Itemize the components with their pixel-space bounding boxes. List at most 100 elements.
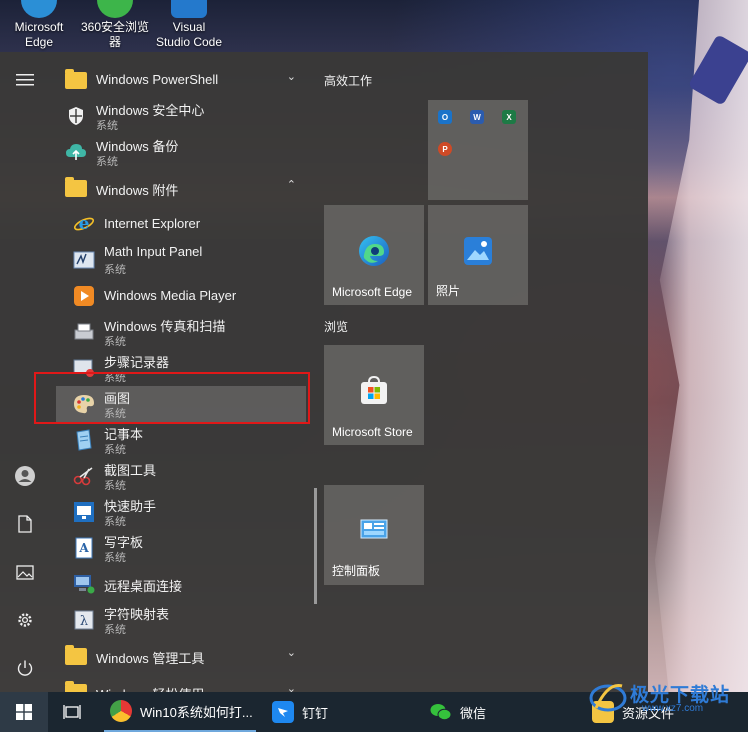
- folder-icon: [64, 680, 88, 692]
- app-category: 系统: [104, 480, 126, 492]
- tile-control-panel[interactable]: 控制面板: [324, 485, 424, 585]
- document-icon[interactable]: [10, 509, 40, 539]
- app-category: 系统: [104, 444, 126, 456]
- hamburger-icon[interactable]: [10, 65, 40, 95]
- photos-icon: [462, 235, 494, 267]
- tile-microsoft-edge[interactable]: Microsoft Edge: [324, 205, 424, 305]
- fax-scanner-icon: [72, 320, 96, 344]
- svg-text:λ: λ: [80, 614, 88, 629]
- task-view-button[interactable]: [52, 692, 92, 732]
- svg-text:e: e: [79, 214, 90, 234]
- list-item-snipping-tool[interactable]: 截图工具 系统: [56, 458, 306, 494]
- list-item-fax-scan[interactable]: Windows 传真和扫描 系统: [56, 314, 306, 350]
- tile-photos[interactable]: 照片: [428, 205, 528, 305]
- vscode-icon: [171, 0, 207, 18]
- tile-microsoft-store[interactable]: Microsoft Store: [324, 345, 424, 445]
- list-item-wordpad[interactable]: A 写字板 系统: [56, 530, 306, 566]
- app-category: 系统: [104, 336, 126, 348]
- windows-logo-icon: [16, 704, 32, 720]
- media-player-icon: [72, 284, 96, 308]
- tile-label: Microsoft Edge: [332, 285, 413, 299]
- wordpad-icon: A: [72, 536, 96, 560]
- dingtalk-icon: [272, 701, 294, 723]
- watermark: 极光下载站 www.xz7.com: [586, 676, 748, 716]
- quick-assist-icon: [72, 500, 96, 524]
- list-item-character-map[interactable]: λ 字符映射表 系统: [56, 602, 306, 638]
- list-item-internet-explorer[interactable]: e Internet Explorer: [56, 206, 306, 242]
- app-category: 系统: [104, 624, 126, 636]
- tile-label: 照片: [436, 284, 461, 298]
- edge-icon: [21, 0, 57, 18]
- desktop-icon-edge[interactable]: Microsoft Edge: [2, 0, 76, 50]
- internet-explorer-icon: e: [72, 212, 96, 236]
- tile-office-folder[interactable]: O W X P: [428, 100, 528, 200]
- powerpoint-icon: P: [438, 142, 452, 156]
- app-name: Internet Explorer: [104, 216, 201, 231]
- app-name: Windows PowerShell: [96, 72, 219, 87]
- folder-icon: [64, 68, 88, 92]
- list-item-backup[interactable]: Windows 备份 系统: [56, 134, 306, 170]
- app-category: 系统: [104, 552, 126, 564]
- scissors-icon: [72, 464, 96, 488]
- control-panel-icon: [358, 515, 390, 547]
- power-icon[interactable]: [10, 653, 40, 683]
- gear-icon[interactable]: [10, 605, 40, 635]
- user-icon[interactable]: [10, 461, 40, 491]
- outlook-icon: O: [438, 110, 452, 124]
- chevron-up-icon: ⌃: [286, 179, 296, 191]
- desktop-icon-label: Microsoft Edge: [14, 20, 64, 49]
- folder-icon: [64, 644, 88, 668]
- list-item-media-player[interactable]: Windows Media Player: [56, 278, 306, 314]
- app-name: Windows 轻松使用: [96, 684, 204, 692]
- taskbar-item-dingtalk[interactable]: 钉钉: [266, 692, 422, 732]
- taskbar-item-label: 钉钉: [302, 705, 329, 721]
- tile-label: Microsoft Store: [332, 425, 413, 439]
- app-category: 系统: [104, 516, 126, 528]
- list-item-security-center[interactable]: Windows 安全中心 系统: [56, 98, 306, 134]
- app-category: 系统: [96, 156, 118, 168]
- desktop-icon-360-browser[interactable]: 360安全浏览 器: [78, 0, 152, 50]
- desktop-icon-label: Visual Studio Code: [155, 20, 223, 49]
- picture-icon[interactable]: [10, 557, 40, 587]
- character-map-icon: λ: [72, 608, 96, 632]
- app-name: Windows 管理工具: [96, 651, 205, 666]
- excel-icon: X: [502, 110, 516, 124]
- app-category: 系统: [104, 264, 126, 276]
- tile-label: 控制面板: [332, 564, 381, 578]
- list-item-notepad[interactable]: 记事本 系统: [56, 422, 306, 458]
- cloud-backup-icon: [64, 140, 88, 164]
- wallpaper-figure: [654, 0, 748, 700]
- list-item-ease-of-access-folder[interactable]: Windows 轻松使用 ⌄: [56, 674, 306, 692]
- desktop-icon-vscode[interactable]: Visual Studio Code: [152, 0, 226, 50]
- taskbar-item-chrome[interactable]: Win10系统如何打...: [104, 692, 256, 732]
- list-item-quick-assist[interactable]: 快速助手 系统: [56, 494, 306, 530]
- list-item-remote-desktop[interactable]: 远程桌面连接: [56, 566, 306, 602]
- taskbar-item-label: 微信: [460, 705, 487, 721]
- app-name: Math Input Panel: [104, 244, 203, 259]
- app-list-scrollbar[interactable]: [314, 488, 317, 604]
- notepad-icon: [72, 428, 96, 452]
- chevron-down-icon: ⌄: [286, 683, 296, 692]
- list-item-accessories-folder[interactable]: Windows 附件 ⌃: [56, 170, 306, 206]
- watermark-url: www.xz7.com: [642, 703, 704, 714]
- watermark-logo-icon: [589, 683, 627, 712]
- chevron-down-icon: ⌄: [286, 647, 296, 659]
- shield-icon: [64, 104, 88, 128]
- 360-browser-icon: [97, 0, 133, 18]
- wechat-icon: [430, 701, 452, 723]
- tile-group-label-productivity: 高效工作: [324, 74, 373, 88]
- list-item-math-input-panel[interactable]: Math Input Panel 系统: [56, 242, 306, 278]
- chrome-icon: [110, 700, 132, 722]
- folder-icon: [64, 176, 88, 200]
- taskbar-item-label: Win10系统如何打...: [140, 704, 253, 720]
- task-view-icon: [63, 705, 81, 719]
- start-button[interactable]: [0, 692, 48, 732]
- taskbar-item-wechat[interactable]: 微信: [426, 692, 580, 732]
- desktop-icon-label: 360安全浏览 器: [80, 20, 150, 49]
- list-item-admin-tools-folder[interactable]: Windows 管理工具 ⌄: [56, 638, 306, 674]
- math-input-icon: [72, 248, 96, 272]
- app-name: Windows Media Player: [104, 288, 237, 303]
- highlight-annotation-box: [34, 372, 310, 424]
- list-item-powershell-folder[interactable]: Windows PowerShell ⌄: [56, 62, 306, 98]
- edge-icon: [358, 235, 390, 267]
